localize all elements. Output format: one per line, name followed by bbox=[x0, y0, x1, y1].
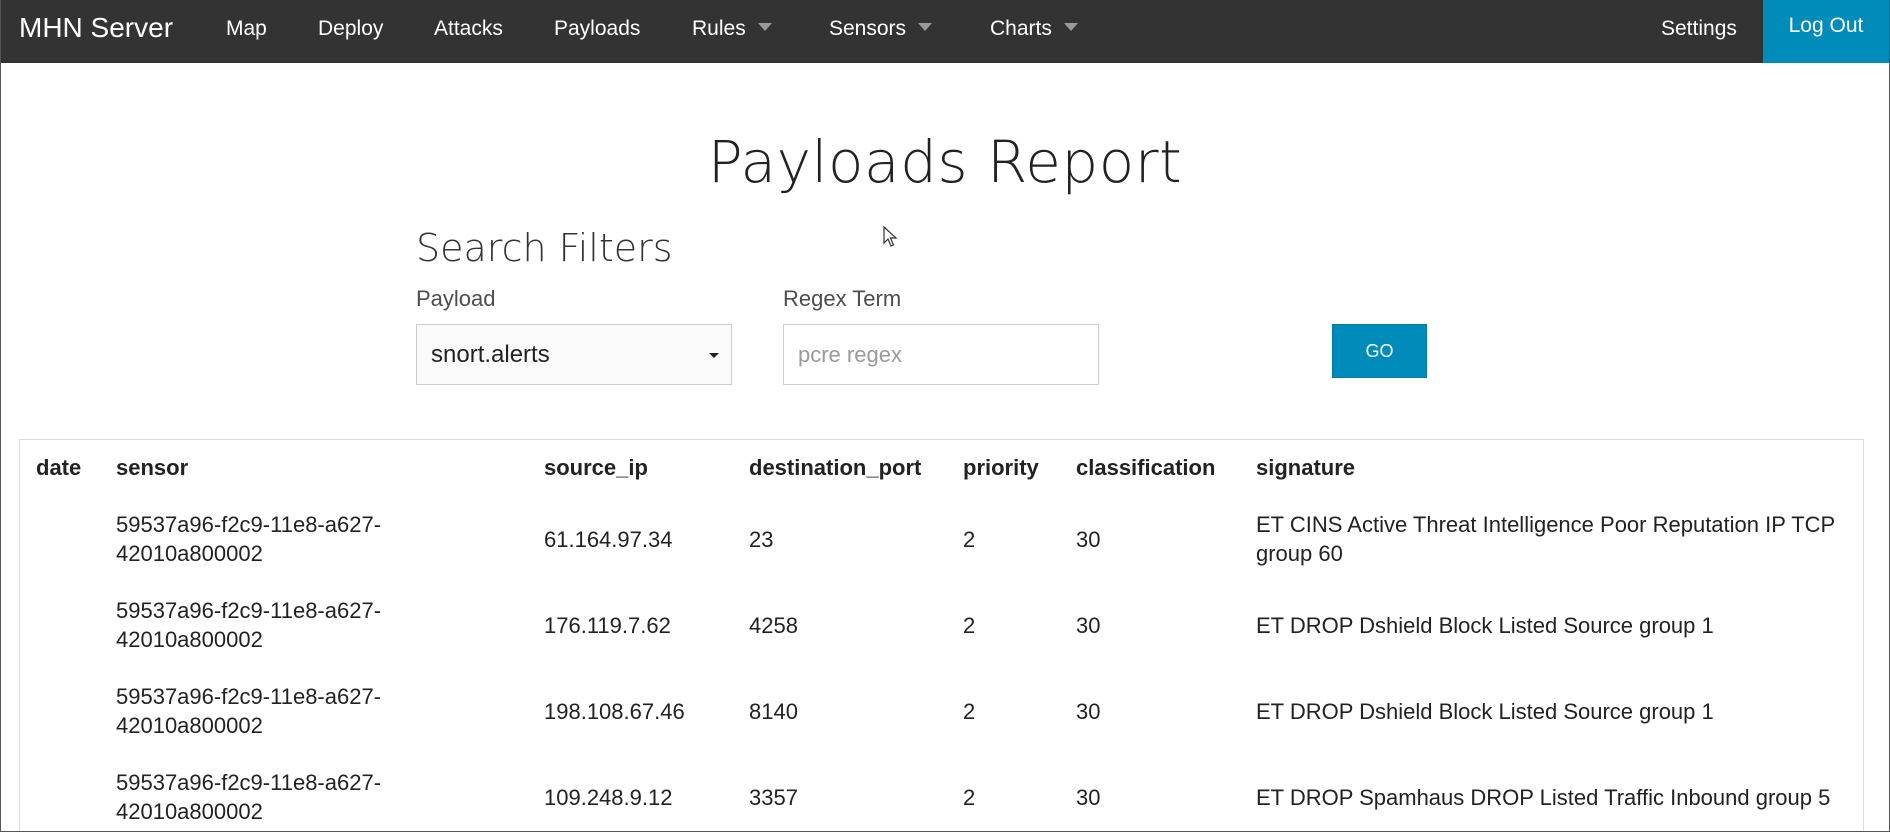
cell-sensor: 59537a96-f2c9-11e8-a627-42010a800002 bbox=[116, 598, 382, 652]
table-row: 59537a96-f2c9-11e8-a627-42010a800002 198… bbox=[20, 668, 1863, 754]
nav-item-label: Deploy bbox=[318, 17, 384, 40]
browser-viewport: MHN Server Map Deploy Attacks Payloads R… bbox=[0, 0, 1890, 832]
table-row: 59537a96-f2c9-11e8-a627-42010a800002 61.… bbox=[20, 496, 1863, 582]
cell-destination-port: 8140 bbox=[749, 698, 798, 724]
cell-signature: ET DROP Spamhaus DROP Listed Traffic Inb… bbox=[1256, 784, 1831, 810]
cell-source-ip: 198.108.67.46 bbox=[544, 698, 685, 724]
column-header-destination-port[interactable]: destination_port bbox=[733, 440, 947, 496]
cell-date bbox=[20, 754, 100, 831]
cell-date bbox=[20, 582, 100, 668]
regex-term-label: Regex Term bbox=[783, 286, 902, 311]
cell-classification: 30 bbox=[1076, 698, 1101, 724]
cell-destination-port: 4258 bbox=[749, 612, 798, 638]
cell-date bbox=[20, 496, 100, 582]
nav-item-label: Payloads bbox=[554, 17, 641, 40]
table-header-row: date sensor source_ip destination_port p… bbox=[20, 440, 1863, 496]
column-header-signature[interactable]: signature bbox=[1240, 440, 1863, 496]
nav-item-label: Map bbox=[226, 17, 267, 40]
go-button[interactable]: GO bbox=[1332, 324, 1427, 378]
nav-item-rules[interactable]: Rules bbox=[692, 14, 772, 44]
page-title: Payloads Report bbox=[707, 128, 1183, 196]
cell-signature: ET DROP Dshield Block Listed Source grou… bbox=[1256, 612, 1714, 638]
nav-item-label: Rules bbox=[692, 17, 746, 40]
column-header-date[interactable]: date bbox=[20, 440, 100, 496]
cell-classification: 30 bbox=[1076, 612, 1101, 638]
cell-destination-port: 23 bbox=[749, 526, 774, 552]
nav-item-label: Sensors bbox=[829, 17, 907, 40]
cell-classification: 30 bbox=[1076, 784, 1101, 810]
column-header-priority[interactable]: priority bbox=[947, 440, 1060, 496]
table-row: 59537a96-f2c9-11e8-a627-42010a800002 176… bbox=[20, 582, 1863, 668]
cell-priority: 2 bbox=[963, 612, 976, 638]
table-row: 59537a96-f2c9-11e8-a627-42010a800002 109… bbox=[20, 754, 1863, 831]
regex-term-input[interactable] bbox=[783, 324, 1099, 385]
cell-signature: ET DROP Dshield Block Listed Source grou… bbox=[1256, 698, 1714, 724]
column-header-sensor[interactable]: sensor bbox=[100, 440, 528, 496]
cell-priority: 2 bbox=[963, 526, 976, 552]
cell-sensor: 59537a96-f2c9-11e8-a627-42010a800002 bbox=[116, 770, 382, 824]
top-navbar: MHN Server Map Deploy Attacks Payloads R… bbox=[1, 0, 1889, 63]
cell-sensor: 59537a96-f2c9-11e8-a627-42010a800002 bbox=[116, 512, 382, 566]
logout-button[interactable]: Log Out bbox=[1763, 0, 1889, 63]
caret-down-icon bbox=[709, 353, 719, 358]
nav-item-charts[interactable]: Charts bbox=[990, 14, 1078, 44]
mouse-pointer-icon bbox=[883, 226, 898, 247]
cell-sensor: 59537a96-f2c9-11e8-a627-42010a800002 bbox=[116, 684, 382, 738]
cell-destination-port: 3357 bbox=[749, 784, 798, 810]
chevron-down-icon bbox=[757, 23, 772, 32]
cell-source-ip: 176.119.7.62 bbox=[544, 612, 671, 638]
cell-signature: ET CINS Active Threat Intelligence Poor … bbox=[1256, 512, 1835, 566]
cell-classification: 30 bbox=[1076, 526, 1101, 552]
cell-date bbox=[20, 668, 100, 754]
nav-item-payloads[interactable]: Payloads bbox=[554, 14, 640, 44]
search-filters-heading: Search Filters bbox=[416, 226, 673, 270]
nav-item-map[interactable]: Map bbox=[226, 14, 267, 44]
cell-source-ip: 109.248.9.12 bbox=[544, 784, 673, 810]
nav-item-label: Settings bbox=[1661, 17, 1737, 40]
nav-item-label: Charts bbox=[990, 17, 1052, 40]
nav-item-sensors[interactable]: Sensors bbox=[829, 14, 933, 44]
payload-label: Payload bbox=[416, 286, 496, 311]
cell-priority: 2 bbox=[963, 698, 976, 724]
chevron-down-icon bbox=[918, 23, 933, 32]
nav-item-label: Attacks bbox=[434, 17, 503, 40]
nav-item-attacks[interactable]: Attacks bbox=[434, 14, 503, 44]
payload-select[interactable]: snort.alerts bbox=[416, 324, 732, 385]
cell-source-ip: 61.164.97.34 bbox=[544, 526, 673, 552]
nav-item-deploy[interactable]: Deploy bbox=[318, 14, 383, 44]
nav-item-settings[interactable]: Settings bbox=[1661, 14, 1737, 44]
column-header-source-ip[interactable]: source_ip bbox=[528, 440, 733, 496]
payload-select-value: snort.alerts bbox=[431, 341, 550, 368]
results-table: date sensor source_ip destination_port p… bbox=[20, 440, 1863, 831]
payloads-table: date sensor source_ip destination_port p… bbox=[19, 439, 1864, 831]
column-header-classification[interactable]: classification bbox=[1060, 440, 1240, 496]
cell-priority: 2 bbox=[963, 784, 976, 810]
brand-link[interactable]: MHN Server bbox=[19, 12, 173, 44]
chevron-down-icon bbox=[1063, 23, 1078, 32]
